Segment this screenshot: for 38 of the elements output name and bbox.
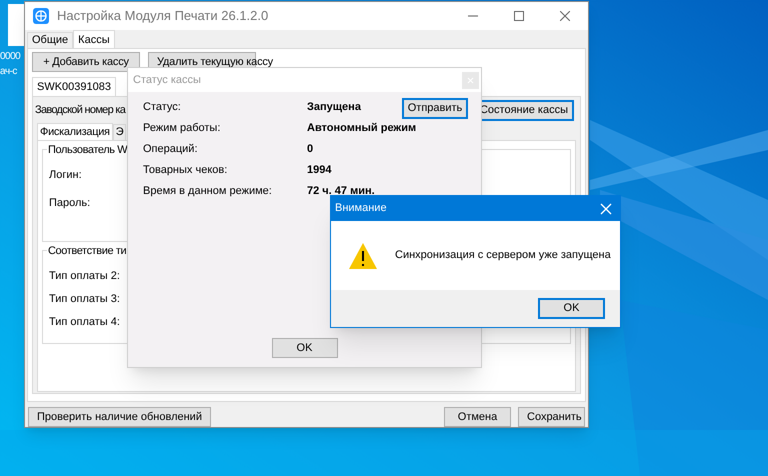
footer-button[interactable]: Проверить наличие обновлений	[28, 407, 211, 427]
status-label: Операций:	[143, 142, 199, 157]
ok-button[interactable]: OK	[272, 338, 338, 358]
status-value: Запущена	[307, 100, 361, 115]
register-tab[interactable]: SWK00391083	[32, 77, 116, 97]
maximize-icon[interactable]	[514, 11, 524, 21]
dialog-title: Статус кассы	[133, 72, 201, 88]
field-label: Пароль:	[49, 196, 90, 210]
send-button[interactable]: Отправить	[402, 98, 468, 119]
field-label: Тип оплаты 2:	[49, 269, 120, 283]
warning-icon	[348, 242, 378, 270]
status-label: Товарных чеков:	[143, 162, 228, 178]
status-value: 0	[307, 142, 314, 157]
serial-label: Заводской номер ка	[35, 102, 126, 118]
tab[interactable]: Общие	[27, 32, 74, 48]
toolbar-button[interactable]: + Добавить кассу	[32, 52, 140, 72]
footer-button[interactable]: Сохранить	[518, 407, 585, 427]
status-label: Режим работы:	[143, 120, 222, 136]
desktop-icon-label: 0000	[0, 50, 20, 63]
ok-button[interactable]: OK	[538, 298, 605, 319]
status-value: 72 ч. 47 мин.	[307, 184, 375, 199]
status-value: 1994	[307, 162, 332, 178]
alert-message: Синхронизация с сервером уже запущена	[395, 248, 611, 264]
status-label: Время в данном режиме:	[143, 184, 273, 199]
window-title: Настройка Модуля Печати 26.1.2.0	[57, 7, 268, 26]
tab[interactable]: Кассы	[73, 30, 115, 49]
sub-tab[interactable]: Фискализация	[37, 123, 113, 141]
field-label: Тип оплаты 3:	[49, 292, 120, 306]
sub-tab[interactable]: Э	[112, 124, 126, 140]
app-icon	[33, 8, 49, 24]
field-label: Логин:	[49, 168, 82, 182]
alert-title: Внимание	[335, 201, 387, 216]
footer-button[interactable]: Отмена	[444, 407, 511, 427]
field-label: Тип оплаты 4:	[49, 315, 120, 329]
status-label: Статус:	[143, 100, 182, 115]
desktop-icon-label: ач-с	[0, 65, 17, 78]
status-value: Автономный режим	[307, 120, 416, 136]
close-icon[interactable]	[560, 11, 570, 21]
